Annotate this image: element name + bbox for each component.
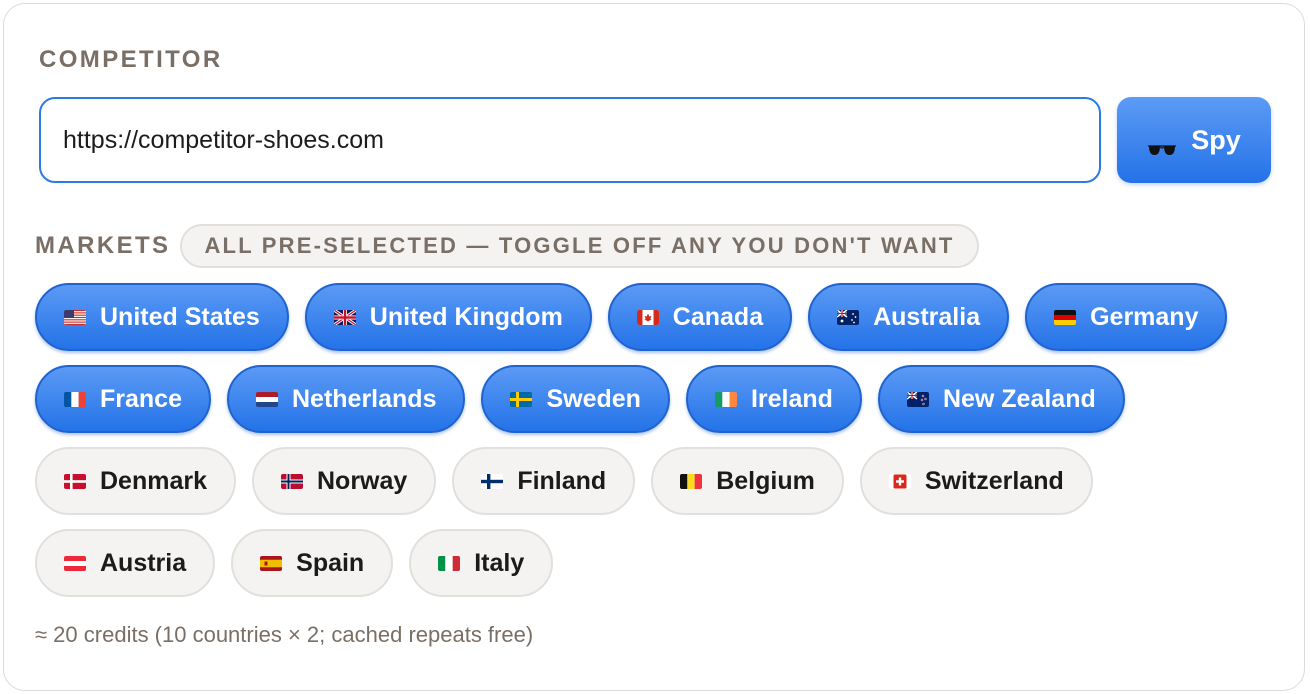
flag-at-icon xyxy=(64,555,86,571)
flag-se-icon xyxy=(510,391,533,407)
market-chip-netherlands[interactable]: Netherlands xyxy=(226,365,466,433)
market-chip-label: New Zealand xyxy=(942,384,1096,413)
market-chip-label: Finland xyxy=(517,466,607,495)
spy-button[interactable]: Spy xyxy=(1117,97,1271,183)
market-chip-italy[interactable]: Italy xyxy=(409,529,554,597)
flag-ch-icon xyxy=(888,473,911,489)
market-chip-label: Germany xyxy=(1090,302,1199,331)
market-chip-austria[interactable]: Austria xyxy=(35,529,216,597)
market-chip-france[interactable]: France xyxy=(35,365,211,433)
flag-gb-icon xyxy=(333,309,356,325)
market-chip-label: Australia xyxy=(873,302,981,331)
market-chip-germany[interactable]: Germany xyxy=(1025,283,1228,351)
market-chip-label: Spain xyxy=(296,548,365,577)
flag-nz-icon xyxy=(906,391,929,407)
flag-dk-icon xyxy=(64,473,86,489)
market-chip-australia[interactable]: Australia xyxy=(808,283,1010,351)
market-chip-label: Austria xyxy=(100,548,187,577)
market-chip-label: Sweden xyxy=(546,384,641,413)
flag-ca-icon xyxy=(636,309,659,325)
market-chip-label: Canada xyxy=(672,302,764,331)
market-chip-label: Switzerland xyxy=(924,466,1064,495)
spy-button-label: Spy xyxy=(1191,124,1241,155)
market-chip-label: United Kingdom xyxy=(369,302,563,331)
market-chip-united-kingdom[interactable]: United Kingdom xyxy=(304,283,592,351)
market-chip-norway[interactable]: Norway xyxy=(252,447,437,515)
market-chip-label: Denmark xyxy=(100,466,207,495)
market-chip-label: Ireland xyxy=(750,384,833,413)
markets-hint-badge: ALL PRE-SELECTED — TOGGLE OFF ANY YOU DO… xyxy=(180,224,979,268)
flag-fr-icon xyxy=(64,391,86,407)
market-chip-label: Norway xyxy=(317,466,408,495)
market-chip-switzerland[interactable]: Switzerland xyxy=(859,447,1093,515)
market-chip-spain[interactable]: Spain xyxy=(231,529,394,597)
flag-nl-icon xyxy=(255,391,278,407)
sunglasses-icon xyxy=(1147,133,1177,155)
flag-au-icon xyxy=(837,309,860,325)
market-chip-list: United States United Kingdom Canada Austral… xyxy=(35,283,1275,597)
market-chip-canada[interactable]: Canada xyxy=(607,283,793,351)
flag-es-icon xyxy=(260,555,283,571)
market-chip-ireland[interactable]: Ireland xyxy=(685,365,862,433)
market-chip-label: Italy xyxy=(474,548,525,577)
market-chip-label: Belgium xyxy=(716,466,815,495)
markets-label: MARKETS xyxy=(35,232,171,259)
market-chip-belgium[interactable]: Belgium xyxy=(651,447,844,515)
flag-be-icon xyxy=(680,473,703,489)
competitor-label: COMPETITOR xyxy=(39,46,223,73)
flag-no-icon xyxy=(281,473,303,489)
flag-de-icon xyxy=(1054,309,1077,325)
flag-ie-icon xyxy=(714,391,737,407)
flag-us-icon xyxy=(64,309,86,325)
market-chip-finland[interactable]: Finland xyxy=(452,447,636,515)
markets-header: MARKETS ALL PRE-SELECTED — TOGGLE OFF AN… xyxy=(35,224,979,268)
market-chip-label: United States xyxy=(100,302,260,331)
competitor-url-input[interactable] xyxy=(39,97,1101,183)
market-chip-denmark[interactable]: Denmark xyxy=(35,447,236,515)
market-chip-label: Netherlands xyxy=(291,384,437,413)
market-chip-sweden[interactable]: Sweden xyxy=(481,365,670,433)
credits-estimate: ≈ 20 credits (10 countries × 2; cached r… xyxy=(35,622,534,647)
market-chip-united-states[interactable]: United States xyxy=(35,283,289,351)
market-chip-label: France xyxy=(100,384,182,413)
flag-it-icon xyxy=(438,555,461,571)
flag-fi-icon xyxy=(481,473,504,489)
market-chip-new-zealand[interactable]: New Zealand xyxy=(877,365,1125,433)
